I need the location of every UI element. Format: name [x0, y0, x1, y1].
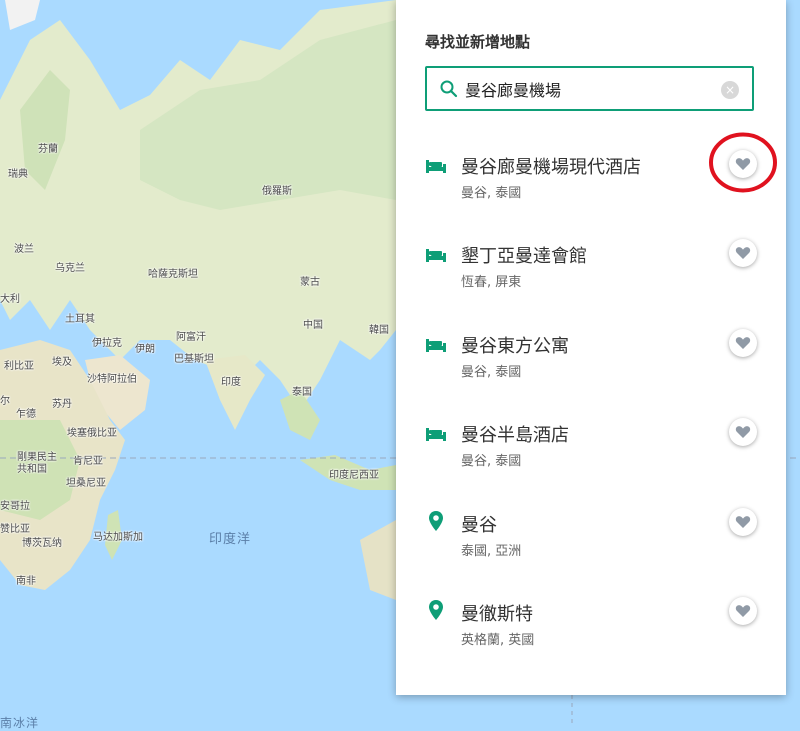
- result-item[interactable]: 曼谷東方公寓曼谷, 泰國: [396, 329, 786, 419]
- map-label-pakistan: 巴基斯坦: [174, 354, 214, 365]
- map-label-sweden: 瑞典: [8, 169, 28, 180]
- hotel-icon: [425, 158, 447, 180]
- result-subtitle: 恆春, 屏東: [461, 275, 522, 290]
- search-icon: [440, 80, 458, 98]
- result-item[interactable]: 曼谷泰國, 亞洲: [396, 508, 786, 598]
- favorite-button[interactable]: [729, 597, 757, 625]
- map-label-angola: 安哥拉: [0, 501, 30, 512]
- map-label-india: 印度: [221, 377, 241, 388]
- hotel-icon: [425, 426, 447, 448]
- highlight-circle: [709, 132, 777, 193]
- map-label-egypt: 埃及: [52, 357, 72, 368]
- result-item[interactable]: 曼徹斯特英格蘭, 英國: [396, 597, 786, 687]
- map-label-niger: 尔: [0, 396, 10, 407]
- map-label-ukraine: 乌克兰: [55, 263, 85, 274]
- map-label-drc: 剛果民主 共和国: [17, 452, 57, 475]
- map-label-russia: 俄羅斯: [262, 186, 292, 197]
- map-label-indonesia: 印度尼西亚: [329, 470, 379, 481]
- result-title: 曼谷半島酒店: [461, 425, 569, 446]
- favorite-button[interactable]: [729, 329, 757, 357]
- result-title: 曼徹斯特: [461, 604, 533, 625]
- map-label-china: 中国: [303, 320, 323, 331]
- map-label-sudan: 苏丹: [52, 399, 72, 410]
- map-label-korea: 韓国: [369, 325, 389, 336]
- map-label-afghanistan: 阿富汗: [176, 332, 206, 343]
- hotel-icon: [425, 247, 447, 269]
- result-item[interactable]: 曼谷半島酒店曼谷, 泰國: [396, 418, 786, 508]
- map-label-iraq: 伊拉克: [92, 338, 122, 349]
- map-label-tanzania: 坦桑尼亚: [66, 478, 106, 489]
- result-item[interactable]: 墾丁亞曼達會館恆春, 屏東: [396, 239, 786, 329]
- map-label-italy: 大利: [0, 294, 20, 305]
- result-title: 曼谷東方公寓: [461, 336, 569, 357]
- map-label-mongolia: 蒙古: [300, 277, 320, 288]
- map-label-indian-ocean: 印度洋: [209, 532, 252, 547]
- clear-search-button[interactable]: ×: [721, 81, 739, 99]
- hotel-icon: [425, 337, 447, 359]
- panel-title: 尋找並新增地點: [425, 33, 531, 51]
- result-title: 曼谷: [461, 515, 497, 536]
- search-box[interactable]: ×: [425, 66, 754, 111]
- map-label-ethiopia: 埃塞俄比亚: [67, 428, 117, 439]
- result-subtitle: 曼谷, 泰國: [461, 454, 522, 469]
- map-label-libya: 利比亚: [4, 361, 34, 372]
- place-pin-icon: [428, 599, 450, 621]
- favorite-button[interactable]: [729, 239, 757, 267]
- map-label-iran: 伊朗: [135, 344, 155, 355]
- result-title: 曼谷廊曼機場現代酒店: [461, 157, 641, 178]
- result-subtitle: 曼谷, 泰國: [461, 186, 522, 201]
- map-label-south-africa: 南非: [16, 576, 36, 587]
- map-label-poland: 波兰: [14, 244, 34, 255]
- map-label-zambia: 赞比亚: [0, 524, 30, 535]
- map-label-thailand: 泰国: [292, 387, 312, 398]
- place-pin-icon: [428, 510, 450, 532]
- search-panel: 尋找並新增地點 × 曼谷廊曼機場現代酒店曼谷, 泰國墾丁亞曼達會館恆春, 屏東曼…: [396, 0, 786, 695]
- search-input[interactable]: [465, 76, 715, 102]
- favorite-button[interactable]: [729, 508, 757, 536]
- result-title: 墾丁亞曼達會館: [461, 246, 587, 267]
- result-subtitle: 英格蘭, 英國: [461, 633, 535, 648]
- map-label-saudi: 沙特阿拉伯: [87, 374, 137, 385]
- result-subtitle: 泰國, 亞洲: [461, 544, 522, 559]
- map-label-chad: 乍德: [16, 409, 36, 420]
- close-icon: ×: [724, 83, 736, 97]
- map-label-madagascar: 马达加斯加: [93, 532, 143, 543]
- result-subtitle: 曼谷, 泰國: [461, 365, 522, 380]
- map-label-botswana: 博茨瓦纳: [22, 538, 62, 549]
- favorite-button[interactable]: [729, 418, 757, 446]
- map-label-finland: 芬蘭: [38, 144, 58, 155]
- map-label-southern-ocean: 南冰洋: [0, 716, 40, 730]
- map-label-turkey: 土耳其: [65, 314, 95, 325]
- map-label-kenya: 肯尼亚: [73, 456, 103, 467]
- map-label-kazakhstan: 哈薩克斯坦: [148, 269, 198, 280]
